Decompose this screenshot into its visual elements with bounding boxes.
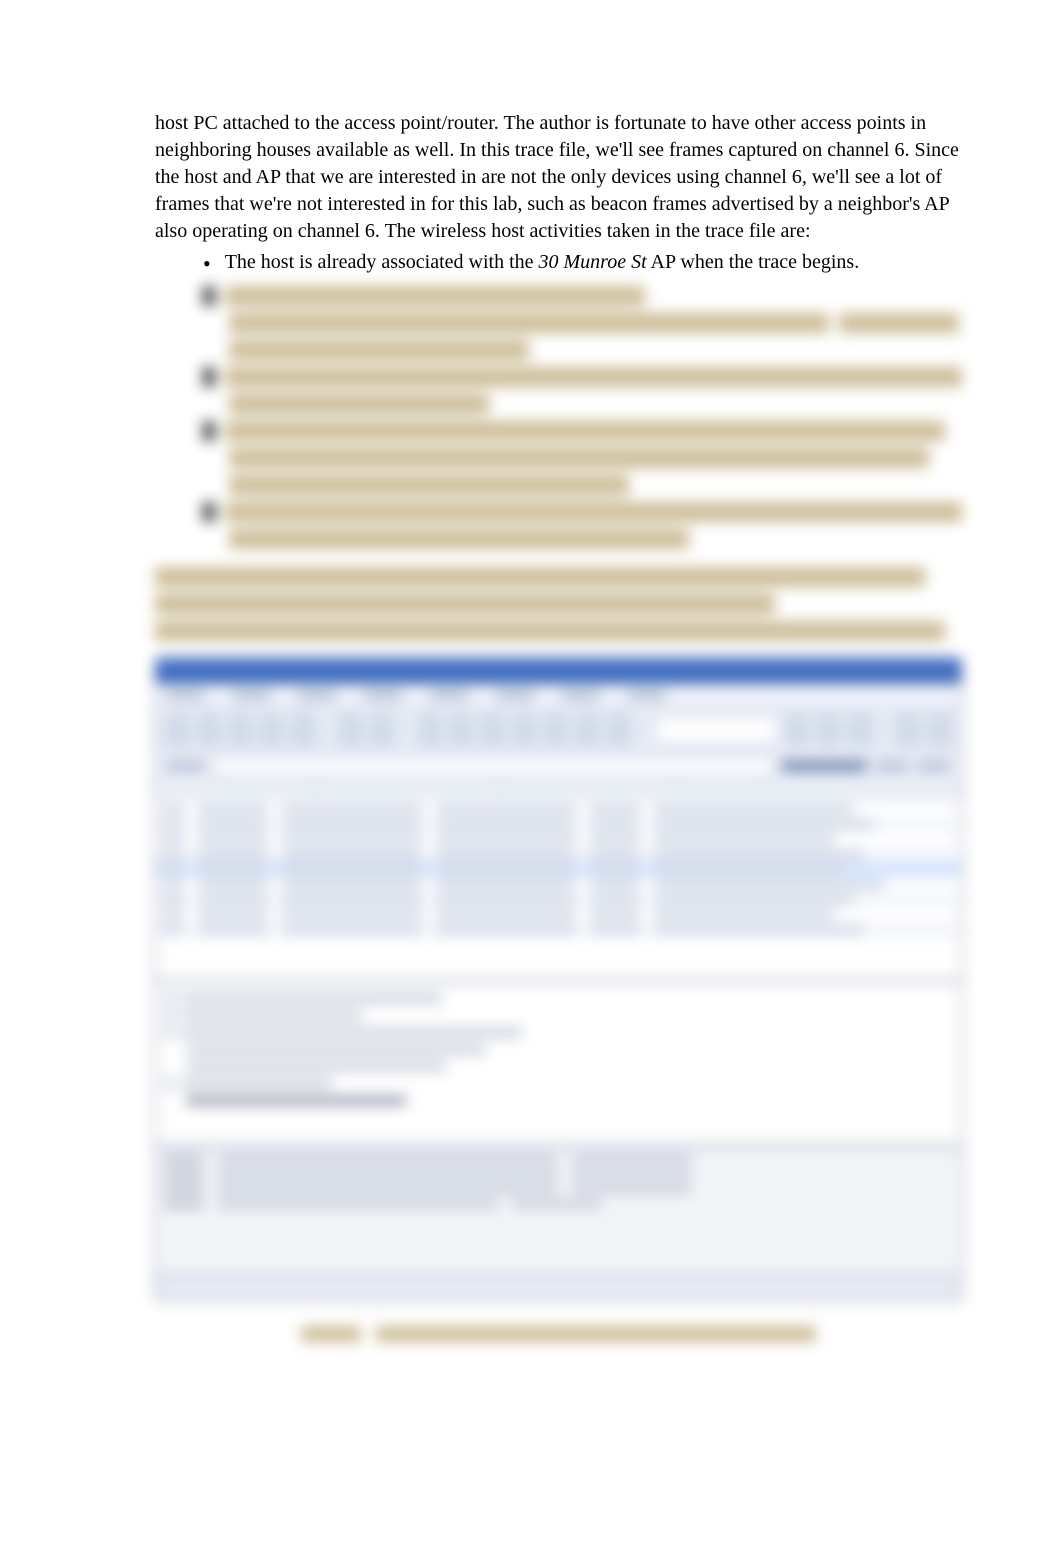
bullet-list: • The host is already associated with th… — [155, 249, 962, 276]
bullet-1-em: 30 Munroe St — [539, 251, 647, 273]
toolbar — [156, 707, 961, 754]
bullet-item-1: • The host is already associated with th… — [203, 249, 962, 276]
bullet-1-post: AP when the trace begins. — [647, 251, 860, 273]
status-bar — [156, 1277, 961, 1298]
app-window: + + − + — [155, 657, 962, 1299]
packet-bytes-pane — [156, 1147, 961, 1277]
window-titlebar — [156, 658, 961, 684]
obscured-region: + + − + — [155, 286, 962, 1344]
packet-list-pane — [156, 779, 961, 982]
menu-bar — [156, 684, 961, 707]
figure-1: + + − + — [155, 657, 962, 1344]
packet-details-pane: + + − + — [156, 982, 961, 1147]
bullet-1-text: The host is already associated with the … — [225, 249, 860, 276]
bullet-marker: • — [203, 249, 211, 276]
document-page: host PC attached to the access point/rou… — [0, 0, 1062, 1414]
obscured-bullets — [155, 286, 962, 549]
bullet-1-pre: The host is already associated with the — [225, 251, 539, 273]
lead-paragraph: host PC attached to the access point/rou… — [155, 110, 962, 245]
figure-caption — [155, 1321, 962, 1344]
obscured-paragraph — [155, 567, 962, 641]
filter-bar — [156, 754, 961, 779]
